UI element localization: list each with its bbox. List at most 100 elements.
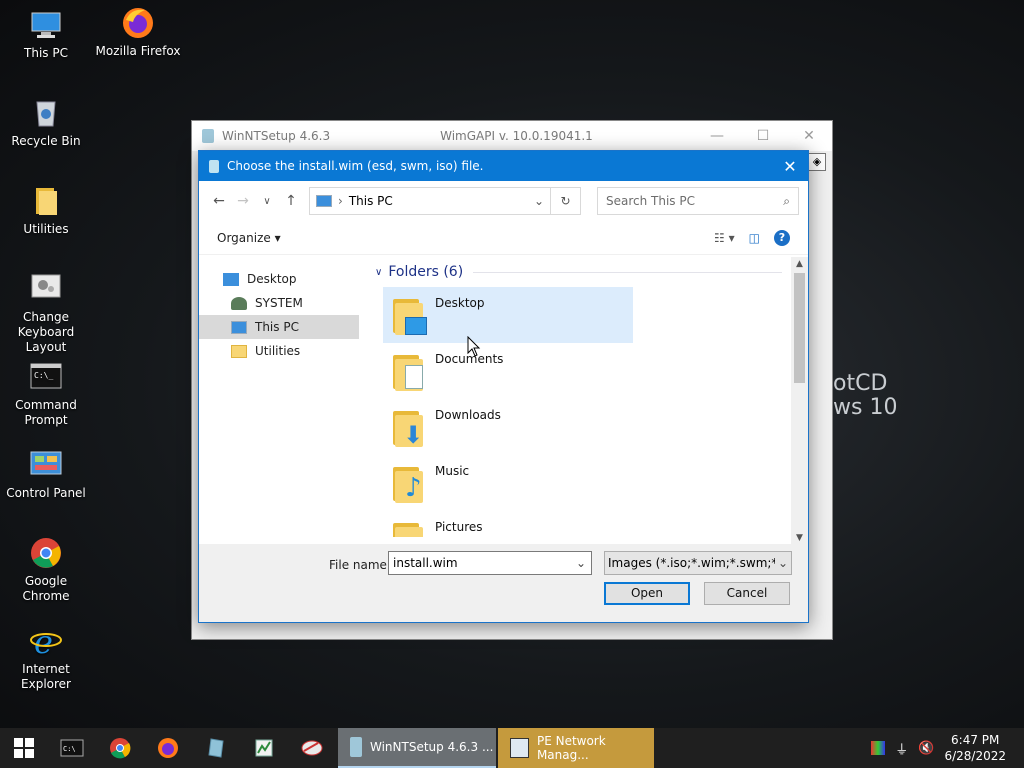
dialog-toolbar: Organize ▾ ☷ ▾ ◫ ? <box>199 221 808 255</box>
music-folder-icon: ♪ <box>389 461 429 505</box>
scrollbar-thumb[interactable] <box>794 273 805 383</box>
dialog-title: Choose the install.wim (esd, swm, iso) f… <box>227 159 484 173</box>
svg-text:C:\_: C:\_ <box>34 371 53 380</box>
file-type-select[interactable]: Images (*.iso;*.wim;*.swm;*.esd ⌄ <box>604 551 792 575</box>
desktop-icon-label: Mozilla Firefox <box>95 44 181 58</box>
desktop-icon-chrome[interactable]: Google Chrome <box>0 536 92 604</box>
file-open-dialog: Choose the install.wim (esd, swm, iso) f… <box>198 150 809 623</box>
dialog-close-button[interactable]: ✕ <box>772 157 808 176</box>
glass-app-icon <box>208 738 224 758</box>
file-list: ∨ Folders (6) Desktop Documents ⬇ Downlo… <box>359 257 808 545</box>
folder-item-pictures[interactable]: Pictures <box>383 511 633 537</box>
documents-folder-icon <box>389 349 429 393</box>
volume-muted-icon[interactable]: 🔇 <box>918 741 934 756</box>
nav-item-system[interactable]: SYSTEM <box>199 291 359 315</box>
minimize-button[interactable]: — <box>694 128 740 144</box>
clock-date: 6/28/2022 <box>944 749 1006 763</box>
search-placeholder: Search This PC <box>606 194 695 208</box>
clock-time: 6:47 PM <box>951 733 1000 747</box>
disk-tool-icon <box>301 740 323 756</box>
network-manager-icon <box>510 738 529 758</box>
up-arrow-icon[interactable]: ↑ <box>279 193 303 209</box>
desktop-icon-label: Google Chrome <box>22 574 70 603</box>
folder-item-music[interactable]: ♪ Music <box>383 455 633 511</box>
taskbar-app-3[interactable] <box>288 728 336 768</box>
forward-arrow-icon[interactable]: → <box>231 193 255 209</box>
dialog-app-icon <box>209 159 219 173</box>
group-header[interactable]: ∨ Folders (6) <box>367 257 808 287</box>
svg-text:e: e <box>34 624 53 658</box>
open-button[interactable]: Open <box>604 582 690 605</box>
taskbar-app-2[interactable] <box>240 728 288 768</box>
desktop-icon-utilities[interactable]: Utilities <box>0 184 92 237</box>
organize-button[interactable]: Organize ▾ <box>217 231 281 245</box>
file-name-label: File name: <box>329 558 391 572</box>
desktop-icon-recycle-bin[interactable]: Recycle Bin <box>0 96 92 149</box>
usb-icon[interactable]: ⏚ <box>895 739 908 758</box>
close-button[interactable]: ✕ <box>786 128 832 144</box>
desktop-icon-firefox[interactable]: Mozilla Firefox <box>92 6 184 59</box>
search-input[interactable]: Search This PC ⌕ <box>597 187 799 215</box>
desktop-folder-icon <box>389 293 429 337</box>
window-title: WinNTSetup 4.6.3 <box>222 129 331 143</box>
desktop-icon-command-prompt[interactable]: C:\_ Command Prompt <box>0 360 92 428</box>
taskbar-firefox[interactable] <box>144 728 192 768</box>
color-app-tray-icon[interactable] <box>871 741 886 755</box>
desktop-icon-internet-explorer[interactable]: e Internet Explorer <box>0 623 92 692</box>
folder-item-desktop[interactable]: Desktop <box>383 287 633 343</box>
chevron-down-icon[interactable]: ⌄ <box>571 556 591 570</box>
address-text: This PC <box>348 194 393 208</box>
desktop-icon-control-panel[interactable]: Control Panel <box>0 448 92 501</box>
taskbar-task-winntsetup[interactable]: WinNTSetup 4.6.3 ... <box>338 728 496 768</box>
desktop-icon-keyboard-layout[interactable]: Change Keyboard Layout <box>0 272 92 355</box>
view-options-icon[interactable]: ☷ ▾ <box>714 231 735 245</box>
clock[interactable]: 6:47 PM 6/28/2022 <box>944 732 1006 764</box>
back-arrow-icon[interactable]: ← <box>207 193 231 209</box>
search-icon: ⌕ <box>783 193 790 208</box>
nav-item-utilities[interactable]: Utilities <box>199 339 359 363</box>
desktop-icon-this-pc[interactable]: This PC <box>0 8 92 61</box>
taskbar: C:\ WinNTSetup 4.6.3 ... PE Network Mana… <box>0 728 1024 768</box>
command-prompt-icon: C:\ <box>60 739 84 757</box>
cancel-button[interactable]: Cancel <box>704 582 790 605</box>
desktop-icon-label: This PC <box>24 46 68 60</box>
folder-item-downloads[interactable]: ⬇ Downloads <box>383 399 633 455</box>
desktop-icon-label: Recycle Bin <box>11 134 81 148</box>
folder-icon <box>231 344 247 358</box>
app-icon <box>202 129 214 143</box>
taskbar-chrome[interactable] <box>96 728 144 768</box>
chrome-icon <box>110 738 131 759</box>
chevron-down-icon[interactable]: ⌄ <box>528 194 550 208</box>
address-bar[interactable]: › This PC ⌄ <box>309 187 551 215</box>
folder-icon <box>29 184 63 218</box>
mouse-cursor-icon <box>467 336 481 357</box>
vertical-scrollbar[interactable]: ▲ ▼ <box>791 257 808 545</box>
system-tray: ⏚ 🔇 6:47 PM 6/28/2022 <box>871 732 1024 764</box>
dialog-title-bar: Choose the install.wim (esd, swm, iso) f… <box>199 151 808 181</box>
recent-locations-chevron-icon[interactable]: ∨ <box>255 196 279 207</box>
nav-item-this-pc[interactable]: This PC <box>199 315 359 339</box>
maximize-button[interactable]: ☐ <box>740 128 786 144</box>
desktop-icon-label: Control Panel <box>6 486 86 500</box>
nav-item-desktop[interactable]: Desktop <box>199 267 359 291</box>
chevron-down-icon[interactable]: ⌄ <box>775 556 791 570</box>
pictures-folder-icon <box>389 517 429 537</box>
refresh-button[interactable]: ↻ <box>551 187 581 215</box>
scroll-up-icon[interactable]: ▲ <box>791 259 808 269</box>
scroll-down-icon[interactable]: ▼ <box>791 533 808 543</box>
computer-icon <box>231 320 247 334</box>
keyboard-settings-icon <box>29 272 63 306</box>
help-icon[interactable]: ? <box>774 229 790 246</box>
file-name-input[interactable]: install.wim ⌄ <box>388 551 592 575</box>
breadcrumb-separator-icon: › <box>338 194 343 208</box>
taskbar-command-prompt[interactable]: C:\ <box>48 728 96 768</box>
taskbar-task-network-manager[interactable]: PE Network Manag... <box>498 728 654 768</box>
preview-pane-icon[interactable]: ◫ <box>749 231 760 245</box>
start-button[interactable] <box>0 728 48 768</box>
window-subtitle: WimGAPI v. 10.0.19041.1 <box>440 129 593 143</box>
navigation-pane: Desktop SYSTEM This PC Utilities <box>199 257 359 545</box>
folder-item-documents[interactable]: Documents <box>383 343 633 399</box>
eraser-icon[interactable]: ◈ <box>808 153 826 171</box>
taskbar-app-1[interactable] <box>192 728 240 768</box>
navigation-bar: ← → ∨ ↑ › This PC ⌄ ↻ Search This PC ⌕ <box>199 181 808 221</box>
